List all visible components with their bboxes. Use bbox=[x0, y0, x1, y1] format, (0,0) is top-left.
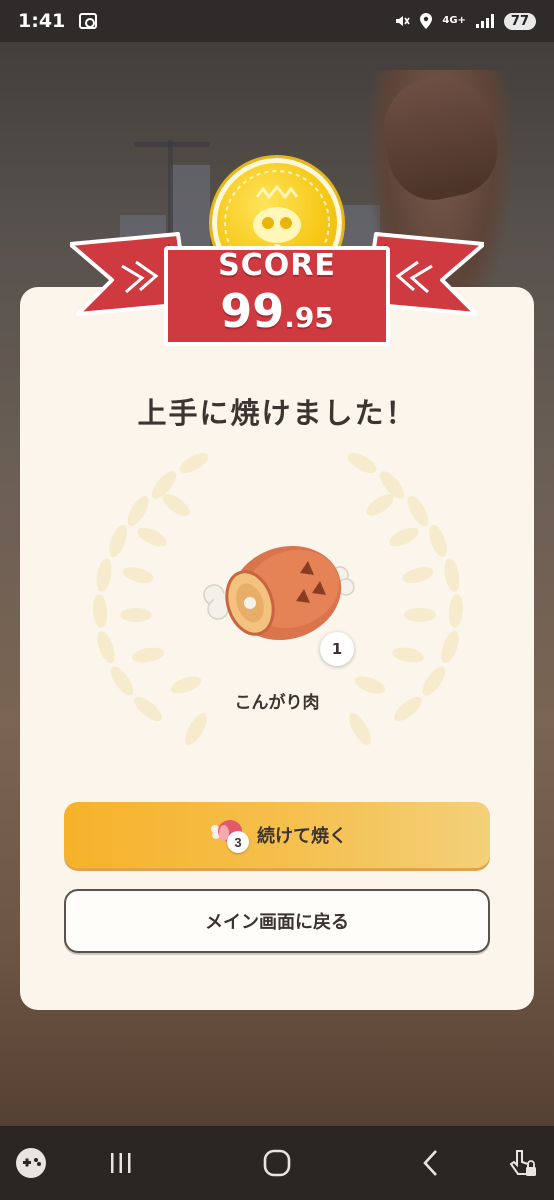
mute-icon bbox=[396, 16, 411, 26]
recent-apps-button[interactable] bbox=[104, 1148, 138, 1178]
battery-indicator: 77 bbox=[503, 12, 536, 30]
home-button[interactable] bbox=[260, 1148, 294, 1178]
signal-icon bbox=[475, 14, 494, 28]
recent-apps-icon bbox=[111, 1153, 131, 1173]
screen-record-icon bbox=[79, 13, 98, 29]
status-indicators: 4G+ 77 bbox=[394, 12, 536, 30]
touch-lock-icon bbox=[509, 1150, 536, 1176]
back-button[interactable] bbox=[414, 1148, 448, 1178]
result-title: 上手に焼けました！ bbox=[137, 396, 417, 430]
item-count-badge: 1 bbox=[320, 632, 354, 666]
location-icon bbox=[420, 13, 433, 29]
navigation-bar bbox=[0, 1126, 554, 1200]
score-value: 99.95 bbox=[168, 284, 386, 338]
continue-grilling-button[interactable]: 3 続けて焼く bbox=[64, 802, 490, 868]
item-name: こんがり肉 bbox=[234, 693, 320, 713]
score-integer: 99 bbox=[220, 284, 285, 338]
status-bar: 1:41 4G+ 77 bbox=[0, 0, 554, 42]
continue-count-badge: 3 bbox=[227, 831, 249, 853]
background-lamp-arm bbox=[134, 142, 210, 147]
back-icon bbox=[423, 1150, 437, 1176]
touch-lock-button[interactable] bbox=[506, 1148, 540, 1178]
score-decimal: .95 bbox=[284, 301, 334, 334]
game-controller-button[interactable] bbox=[14, 1148, 48, 1178]
status-time: 1:41 bbox=[18, 10, 66, 32]
score-label: SCORE bbox=[218, 248, 336, 283]
home-icon bbox=[263, 1149, 291, 1177]
back-to-main-button[interactable]: メイン画面に戻る bbox=[64, 889, 490, 953]
game-controller-icon bbox=[16, 1148, 46, 1178]
continue-grilling-label: 続けて焼く bbox=[257, 826, 347, 846]
raw-meat-icon: 3 bbox=[207, 817, 249, 853]
network-type: 4G+ bbox=[442, 15, 466, 26]
